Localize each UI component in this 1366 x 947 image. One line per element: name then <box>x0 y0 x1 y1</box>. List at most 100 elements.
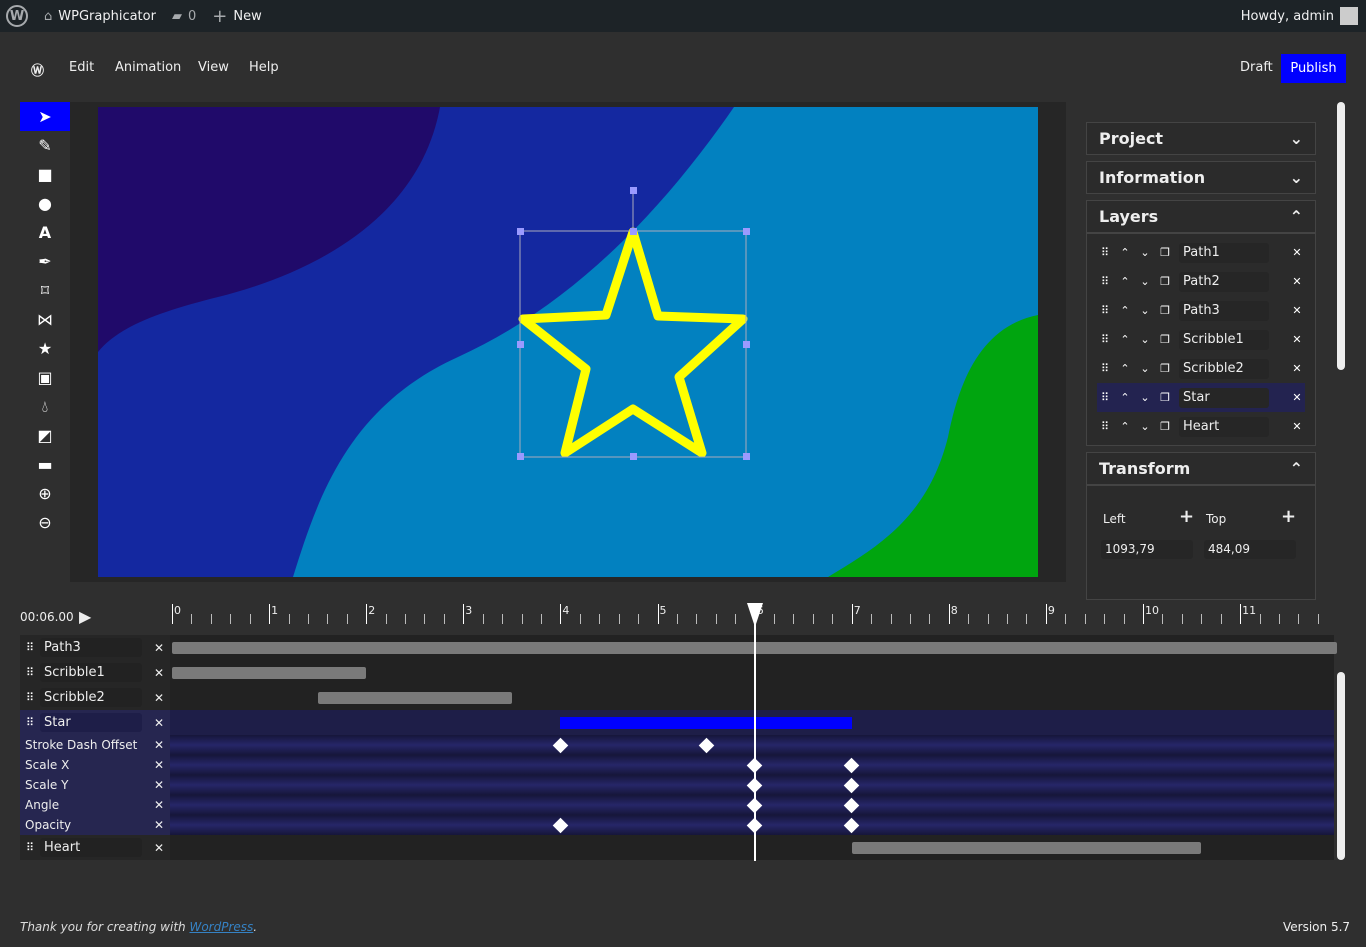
keyframe[interactable] <box>843 757 860 773</box>
move-up-icon[interactable]: ⌃ <box>1119 420 1131 433</box>
layer-row[interactable]: ⠿ ⌃ ⌄ ❐ Path2 ✕ <box>1097 267 1305 296</box>
select-icon[interactable]: ➤ <box>20 102 70 131</box>
circle-icon[interactable]: ● <box>20 189 70 218</box>
timeline-track[interactable] <box>170 710 1334 735</box>
timeline-layer-name[interactable]: Path3 <box>40 638 142 657</box>
line-icon[interactable]: ▬ <box>20 450 70 479</box>
move-down-icon[interactable]: ⌄ <box>1139 333 1151 346</box>
timeline-track[interactable] <box>170 795 1334 815</box>
keyframe[interactable] <box>843 797 860 813</box>
timeline-track[interactable] <box>170 735 1334 755</box>
playhead[interactable] <box>746 603 763 861</box>
drag-handle-icon[interactable]: ⠿ <box>24 641 36 654</box>
move-up-icon[interactable]: ⌃ <box>1119 304 1131 317</box>
layer-row[interactable]: ⠿ ⌃ ⌄ ❐ Scribble1 ✕ <box>1097 325 1305 354</box>
drag-handle-icon[interactable]: ⠿ <box>1099 362 1111 375</box>
comments-count[interactable]: 0 <box>188 9 196 24</box>
timeline-track[interactable] <box>170 815 1334 835</box>
delete-icon[interactable]: ✕ <box>1291 304 1303 317</box>
delete-icon[interactable]: ✕ <box>154 818 164 832</box>
duplicate-icon[interactable]: ❐ <box>1159 420 1171 433</box>
paint-bucket-icon[interactable]: ◩ <box>20 421 70 450</box>
move-down-icon[interactable]: ⌄ <box>1139 304 1151 317</box>
move-up-icon[interactable]: ⌃ <box>1119 333 1131 346</box>
timeline-layer-name[interactable]: Scribble2 <box>40 688 142 707</box>
timeline-track[interactable] <box>170 835 1334 860</box>
canvas[interactable] <box>98 107 1038 577</box>
duplicate-icon[interactable]: ❐ <box>1159 304 1171 317</box>
delete-icon[interactable]: ✕ <box>1291 391 1303 404</box>
move-up-icon[interactable]: ⌃ <box>1119 362 1131 375</box>
comments-icon[interactable]: ▰ <box>172 9 182 24</box>
wordpress-logo-icon[interactable]: W <box>6 5 28 27</box>
top-input[interactable]: 484,09 <box>1204 540 1296 559</box>
timeline-track[interactable] <box>170 775 1334 795</box>
bezier-icon[interactable]: ⋈ <box>20 305 70 334</box>
layer-row[interactable]: ⠿ ⌃ ⌄ ❐ Scribble2 ✕ <box>1097 354 1305 383</box>
timeline-layer-name[interactable]: Heart <box>40 838 142 857</box>
delete-icon[interactable]: ✕ <box>154 798 164 812</box>
keyframe[interactable] <box>698 737 714 753</box>
layer-duration-bar[interactable] <box>172 666 367 679</box>
layer-row[interactable]: ⠿ ⌃ ⌄ ❐ Heart ✕ <box>1097 412 1305 441</box>
text-icon[interactable]: A <box>20 218 70 247</box>
delete-icon[interactable]: ✕ <box>1291 362 1303 375</box>
keyframe[interactable] <box>552 737 569 753</box>
layers-accordion[interactable]: Layers ⌃ <box>1086 200 1316 233</box>
duplicate-icon[interactable]: ❐ <box>1159 362 1171 375</box>
timeline-track[interactable] <box>170 755 1334 775</box>
drag-handle-icon[interactable]: ⠿ <box>1099 333 1111 346</box>
drag-handle-icon[interactable]: ⠿ <box>1099 391 1111 404</box>
zoom-out-icon[interactable]: ⊖ <box>20 508 70 537</box>
greeting[interactable]: Howdy, admin <box>1241 9 1334 24</box>
layer-name-input[interactable]: Star <box>1179 387 1269 408</box>
delete-icon[interactable]: ✕ <box>1291 275 1303 288</box>
polygon-icon[interactable]: ⌑ <box>20 276 70 305</box>
layer-name-input[interactable]: Path3 <box>1179 300 1269 321</box>
panel-scrollbar[interactable] <box>1337 102 1345 370</box>
move-down-icon[interactable]: ⌄ <box>1139 275 1151 288</box>
menu-animation[interactable]: Animation <box>115 60 181 75</box>
pen-icon[interactable]: ✒ <box>20 247 70 276</box>
delete-icon[interactable]: ✕ <box>154 641 164 655</box>
delete-icon[interactable]: ✕ <box>154 666 164 680</box>
image-icon[interactable]: ▣ <box>20 363 70 392</box>
rectangle-icon[interactable]: ■ <box>20 160 70 189</box>
move-up-icon[interactable]: ⌃ <box>1119 246 1131 259</box>
delete-icon[interactable]: ✕ <box>1291 246 1303 259</box>
duplicate-icon[interactable]: ❐ <box>1159 275 1171 288</box>
delete-icon[interactable]: ✕ <box>1291 333 1303 346</box>
drag-handle-icon[interactable]: ⠿ <box>1099 304 1111 317</box>
move-up-icon[interactable]: ⌃ <box>1119 275 1131 288</box>
duplicate-icon[interactable]: ❐ <box>1159 333 1171 346</box>
delete-icon[interactable]: ✕ <box>154 691 164 705</box>
delete-icon[interactable]: ✕ <box>154 758 164 772</box>
drag-handle-icon[interactable]: ⠿ <box>24 841 36 854</box>
drag-handle-icon[interactable]: ⠿ <box>1099 420 1111 433</box>
keyframe[interactable] <box>552 817 569 833</box>
timeline-track[interactable] <box>170 660 1334 685</box>
duplicate-icon[interactable]: ❐ <box>1159 246 1171 259</box>
left-input[interactable]: 1093,79 <box>1101 540 1193 559</box>
avatar[interactable] <box>1340 7 1358 25</box>
delete-icon[interactable]: ✕ <box>154 738 164 752</box>
timeline-layer-name[interactable]: Scribble1 <box>40 663 142 682</box>
zoom-in-icon[interactable]: ⊕ <box>20 479 70 508</box>
publish-button[interactable]: Publish <box>1281 54 1346 83</box>
play-icon[interactable]: ▶ <box>79 607 91 626</box>
keyframe[interactable] <box>843 817 860 833</box>
add-left-keyframe-icon[interactable]: + <box>1179 506 1194 527</box>
drag-handle-icon[interactable]: ⠿ <box>24 716 36 729</box>
layer-name-input[interactable]: Scribble2 <box>1179 358 1269 379</box>
drag-handle-icon[interactable]: ⠿ <box>1099 275 1111 288</box>
duplicate-icon[interactable]: ❐ <box>1159 391 1171 404</box>
layer-row[interactable]: ⠿ ⌃ ⌄ ❐ Path3 ✕ <box>1097 296 1305 325</box>
drag-handle-icon[interactable]: ⠿ <box>24 691 36 704</box>
draft-button[interactable]: Draft <box>1240 60 1273 75</box>
timeline-track[interactable] <box>170 685 1334 710</box>
layer-duration-bar[interactable] <box>317 691 512 704</box>
add-top-keyframe-icon[interactable]: + <box>1281 506 1296 527</box>
timeline-track[interactable] <box>170 635 1338 660</box>
keyframe[interactable] <box>843 777 860 793</box>
layer-name-input[interactable]: Scribble1 <box>1179 329 1269 350</box>
